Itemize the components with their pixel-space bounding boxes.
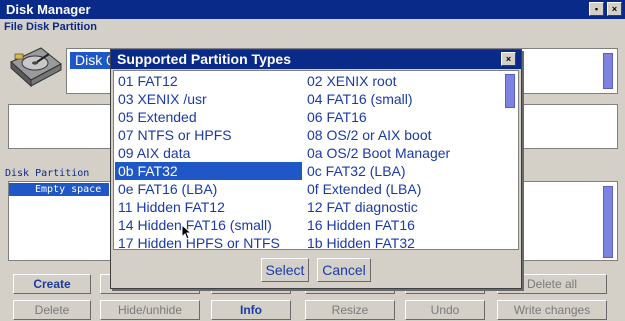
partition-list-item[interactable]: Empty space (9, 183, 109, 196)
partition-type-item[interactable]: 14 Hidden FAT16 (small) (115, 216, 302, 234)
delete-button[interactable]: Delete (13, 300, 91, 320)
partition-type-item[interactable]: 06 FAT16 (304, 108, 497, 126)
partition-type-item[interactable]: 0c FAT32 (LBA) (304, 162, 497, 180)
partition-type-item[interactable]: 09 AIX data (115, 144, 302, 162)
partition-type-item[interactable]: 0a OS/2 Boot Manager (304, 144, 497, 162)
partition-type-item[interactable]: 08 OS/2 or AIX boot (304, 126, 497, 144)
partition-type-item[interactable]: 1b Hidden FAT32 (304, 234, 497, 249)
partition-type-item[interactable]: 0f Extended (LBA) (304, 180, 497, 198)
select-button[interactable]: Select (261, 258, 309, 282)
cancel-button[interactable]: Cancel (317, 258, 371, 282)
partition-type-item[interactable]: 0e FAT16 (LBA) (115, 180, 302, 198)
hard-disk-icon (10, 47, 62, 88)
window-subtitle: File Disk Partition (4, 21, 97, 33)
partition-type-item[interactable]: 12 FAT diagnostic (304, 198, 497, 216)
types-list-scrollbar[interactable] (505, 74, 515, 108)
partition-type-item[interactable]: 07 NTFS or HPFS (115, 126, 302, 144)
resize-button[interactable]: Resize (305, 300, 395, 320)
undo-button[interactable]: Undo (405, 300, 485, 320)
window-title: Disk Manager (6, 2, 91, 17)
partition-type-item[interactable]: 17 Hidden HPFS or NTFS (115, 234, 302, 249)
partition-list-scrollbar[interactable] (603, 186, 613, 258)
dialog-close-icon[interactable]: × (501, 52, 516, 66)
partition-types-list[interactable]: 1b Hidden FAT32 17 Hidden HPFS or NTFS 16 … (113, 70, 519, 250)
hide-unhide-button[interactable]: Hide/unhide (100, 300, 200, 320)
partition-type-item[interactable]: 11 Hidden FAT12 (115, 198, 302, 216)
partition-type-item[interactable]: 05 Extended (115, 108, 302, 126)
partition-list-label: Disk Partition (5, 168, 90, 179)
partition-type-item[interactable]: 02 XENIX root (304, 72, 497, 90)
create-button[interactable]: Create (13, 274, 91, 294)
window-titlebar: Disk Manager ▪ × (0, 0, 625, 19)
disk-list-scrollbar[interactable] (603, 53, 613, 89)
partition-type-item[interactable]: 0b FAT32 (115, 162, 302, 180)
close-icon[interactable]: × (607, 2, 622, 16)
info-button[interactable]: Info (211, 300, 291, 320)
mouse-cursor-icon (181, 224, 193, 240)
dialog-title: Supported Partition Types (117, 51, 291, 67)
write-changes-button[interactable]: Write changes (497, 300, 607, 320)
maximize-icon[interactable]: ▪ (589, 2, 604, 16)
partition-type-item[interactable]: 03 XENIX /usr (115, 90, 302, 108)
partition-type-item[interactable]: 04 FAT16 (small) (304, 90, 497, 108)
dialog-titlebar: Supported Partition Types × (111, 50, 521, 69)
partition-type-item[interactable]: 16 Hidden FAT16 (304, 216, 497, 234)
partition-type-item[interactable]: 01 FAT12 (115, 72, 302, 90)
supported-partition-types-dialog: Supported Partition Types × 1b Hidden FA… (110, 49, 522, 289)
